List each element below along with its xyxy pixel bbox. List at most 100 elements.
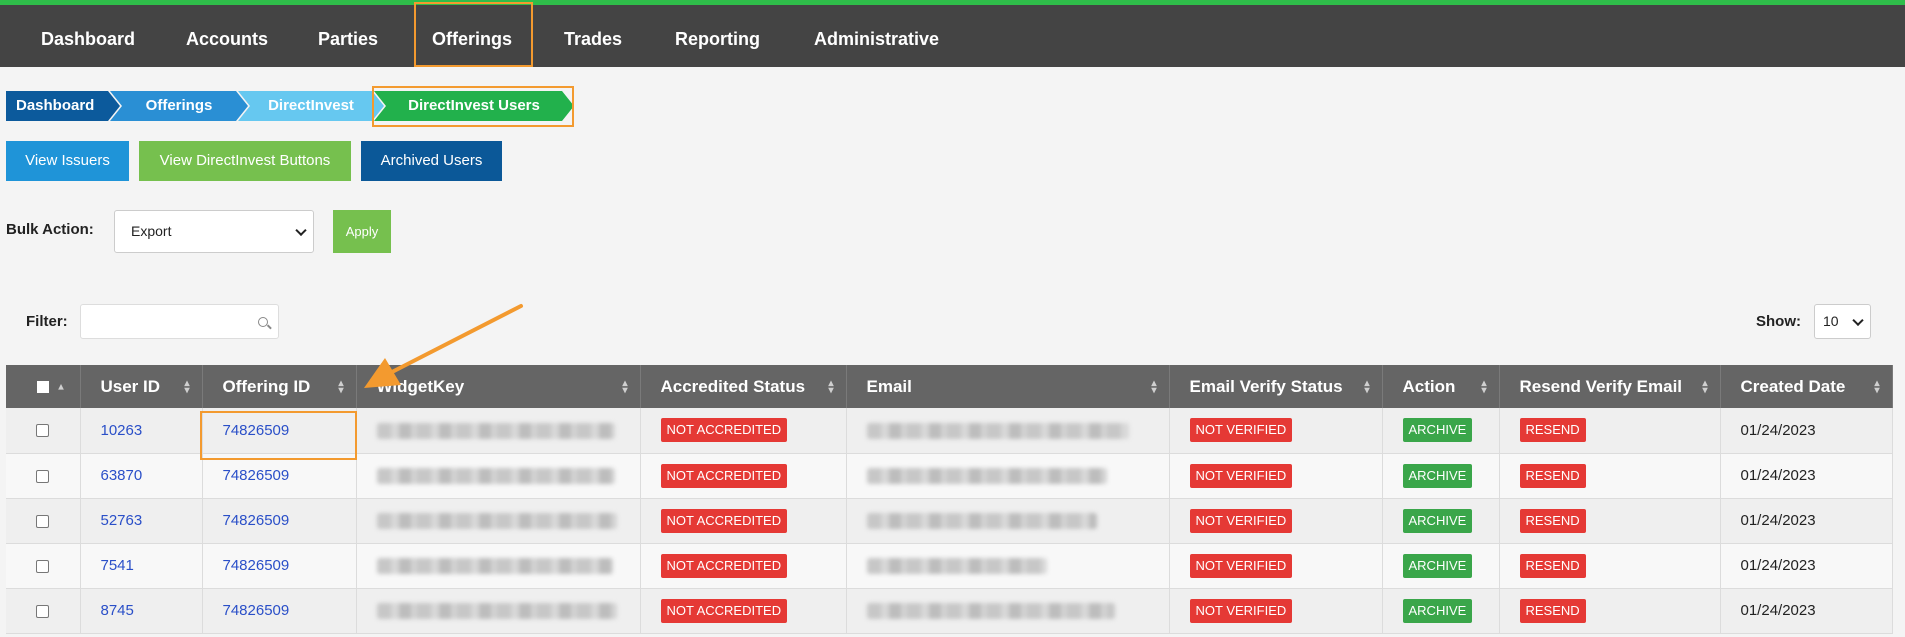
nav-administrative[interactable]: Administrative xyxy=(814,10,939,68)
col-created-date[interactable]: Created Date ▴ ▾ xyxy=(1720,365,1893,408)
offering-id-link[interactable]: 74826509 xyxy=(223,602,290,619)
sort-icon: ▴ ▾ xyxy=(1151,377,1157,396)
offering-id-link[interactable]: 74826509 xyxy=(223,467,290,484)
nav-parties[interactable]: Parties xyxy=(318,10,378,68)
bulk-action-select[interactable]: Export xyxy=(114,210,314,253)
email-verify-status-badge: NOT VERIFIED xyxy=(1189,553,1293,578)
email-verify-status-badge: NOT VERIFIED xyxy=(1189,463,1293,488)
view-directinvest-buttons-button[interactable]: View DirectInvest Buttons xyxy=(139,141,351,181)
accredited-status-badge: NOT ACCREDITED xyxy=(660,418,788,443)
row-checkbox[interactable] xyxy=(36,604,50,618)
accredited-status-badge: NOT ACCREDITED xyxy=(660,508,788,533)
table-header-row: ▴ User ID ▴ ▾ Offering ID ▴ ▾ WidgetKey ▴ ▾ Ac… xyxy=(6,365,1893,408)
row-checkbox[interactable] xyxy=(36,469,50,483)
resend-button[interactable]: RESEND xyxy=(1519,463,1586,488)
row-checkbox[interactable] xyxy=(36,514,50,528)
user-id-link[interactable]: 8745 xyxy=(101,602,134,619)
archive-button[interactable]: ARCHIVE xyxy=(1402,553,1473,578)
user-id-link[interactable]: 52763 xyxy=(101,512,143,529)
widgetkey-redacted xyxy=(376,468,615,485)
email-verify-status-badge: NOT VERIFIED xyxy=(1189,508,1293,533)
offering-id-link[interactable]: 74826509 xyxy=(223,557,290,574)
accredited-status-badge: NOT ACCREDITED xyxy=(660,553,788,578)
resend-button[interactable]: RESEND xyxy=(1519,598,1586,623)
archive-button[interactable]: ARCHIVE xyxy=(1402,463,1473,488)
view-issuers-button[interactable]: View Issuers xyxy=(6,141,129,181)
resend-button[interactable]: RESEND xyxy=(1519,553,1586,578)
offering-id-highlight-box xyxy=(200,411,357,460)
col-accredited-status[interactable]: Accredited Status ▴ ▾ xyxy=(640,365,847,408)
archived-users-button[interactable]: Archived Users xyxy=(361,141,502,181)
select-all-header[interactable]: ▴ xyxy=(6,365,81,408)
sort-icon: ▴ ▾ xyxy=(1481,377,1487,396)
offering-id-link[interactable]: 74826509 xyxy=(223,512,290,529)
nav-trades[interactable]: Trades xyxy=(564,10,622,68)
email-redacted xyxy=(866,513,1097,530)
col-email[interactable]: Email ▴ ▾ xyxy=(846,365,1170,408)
sort-icon: ▴ ▾ xyxy=(1702,377,1708,396)
select-all-checkbox[interactable] xyxy=(36,381,49,394)
user-id-link[interactable]: 63870 xyxy=(101,467,143,484)
archive-button[interactable]: ARCHIVE xyxy=(1402,418,1473,443)
created-date: 01/24/2023 xyxy=(1740,421,1816,439)
archive-button[interactable]: ARCHIVE xyxy=(1402,508,1473,533)
accredited-status-badge: NOT ACCREDITED xyxy=(660,598,788,623)
offerings-highlight-box xyxy=(414,2,533,67)
sort-icon: ▴ ▾ xyxy=(1364,377,1370,396)
email-verify-status-badge: NOT VERIFIED xyxy=(1189,598,1293,623)
sort-icon: ▴ ▾ xyxy=(338,377,344,396)
nav-dashboard[interactable]: Dashboard xyxy=(41,10,135,68)
col-resend-verify-email[interactable]: Resend Verify Email ▴ ▾ xyxy=(1499,365,1721,408)
widgetkey-redacted xyxy=(376,603,617,620)
chevron-down-icon xyxy=(1852,314,1864,326)
users-table: ▴ User ID ▴ ▾ Offering ID ▴ ▾ WidgetKey ▴ ▾ Ac… xyxy=(6,365,1893,634)
widgetkey-redacted xyxy=(376,558,613,575)
email-verify-status-badge: NOT VERIFIED xyxy=(1189,418,1293,443)
row-checkbox[interactable] xyxy=(36,424,50,438)
bulk-action-label: Bulk Action: xyxy=(6,221,94,238)
col-widgetkey[interactable]: WidgetKey ▴ ▾ xyxy=(356,365,641,408)
show-selected: 10 xyxy=(1823,313,1839,329)
apply-button[interactable]: Apply xyxy=(333,210,391,253)
created-date: 01/24/2023 xyxy=(1740,512,1816,529)
widgetkey-redacted xyxy=(376,513,617,530)
widgetkey-redacted xyxy=(376,422,615,439)
sort-icon: ▴ xyxy=(58,381,64,392)
email-redacted xyxy=(866,603,1115,620)
resend-button[interactable]: RESEND xyxy=(1519,418,1586,443)
search-icon xyxy=(258,317,268,327)
user-id-link[interactable]: 7541 xyxy=(101,557,134,574)
created-date: 01/24/2023 xyxy=(1740,602,1816,619)
row-checkbox[interactable] xyxy=(36,559,50,573)
email-redacted xyxy=(866,558,1047,575)
col-user-id[interactable]: User ID ▴ ▾ xyxy=(80,365,203,408)
email-redacted xyxy=(866,422,1129,439)
show-label: Show: xyxy=(1756,313,1801,330)
user-id-link[interactable]: 10263 xyxy=(101,422,143,439)
filter-label: Filter: xyxy=(26,313,68,330)
created-date: 01/24/2023 xyxy=(1740,557,1816,574)
sort-icon: ▴ ▾ xyxy=(828,377,834,396)
sort-icon: ▴ ▾ xyxy=(184,377,190,396)
breadcrumb-highlight-box xyxy=(372,86,574,127)
nav-accounts[interactable]: Accounts xyxy=(186,10,268,68)
breadcrumb-offerings[interactable]: Offerings xyxy=(110,91,248,121)
breadcrumb-dashboard[interactable]: Dashboard xyxy=(6,91,120,121)
col-offering-id[interactable]: Offering ID ▴ ▾ xyxy=(202,365,357,408)
sort-icon: ▴ ▾ xyxy=(622,377,628,396)
top-nav: Dashboard Accounts Parties Offerings Tra… xyxy=(0,0,1905,67)
breadcrumb-directinvest[interactable]: DirectInvest xyxy=(238,91,384,121)
accredited-status-badge: NOT ACCREDITED xyxy=(660,463,788,488)
table-row: 7541 74826509 NOT ACCREDITED NOT VERIFIE… xyxy=(6,543,1893,589)
col-email-verify-status[interactable]: Email Verify Status ▴ ▾ xyxy=(1169,365,1383,408)
resend-button[interactable]: RESEND xyxy=(1519,508,1586,533)
show-select[interactable]: 10 xyxy=(1814,304,1871,339)
bulk-action-selected: Export xyxy=(131,223,172,239)
filter-input[interactable] xyxy=(80,304,279,339)
col-action[interactable]: Action ▴ ▾ xyxy=(1382,365,1500,408)
nav-reporting[interactable]: Reporting xyxy=(675,10,760,68)
sort-icon: ▴ ▾ xyxy=(1874,377,1880,396)
archive-button[interactable]: ARCHIVE xyxy=(1402,598,1473,623)
created-date: 01/24/2023 xyxy=(1740,467,1816,484)
table-row: 52763 74826509 NOT ACCREDITED NOT VERIFI… xyxy=(6,498,1893,544)
